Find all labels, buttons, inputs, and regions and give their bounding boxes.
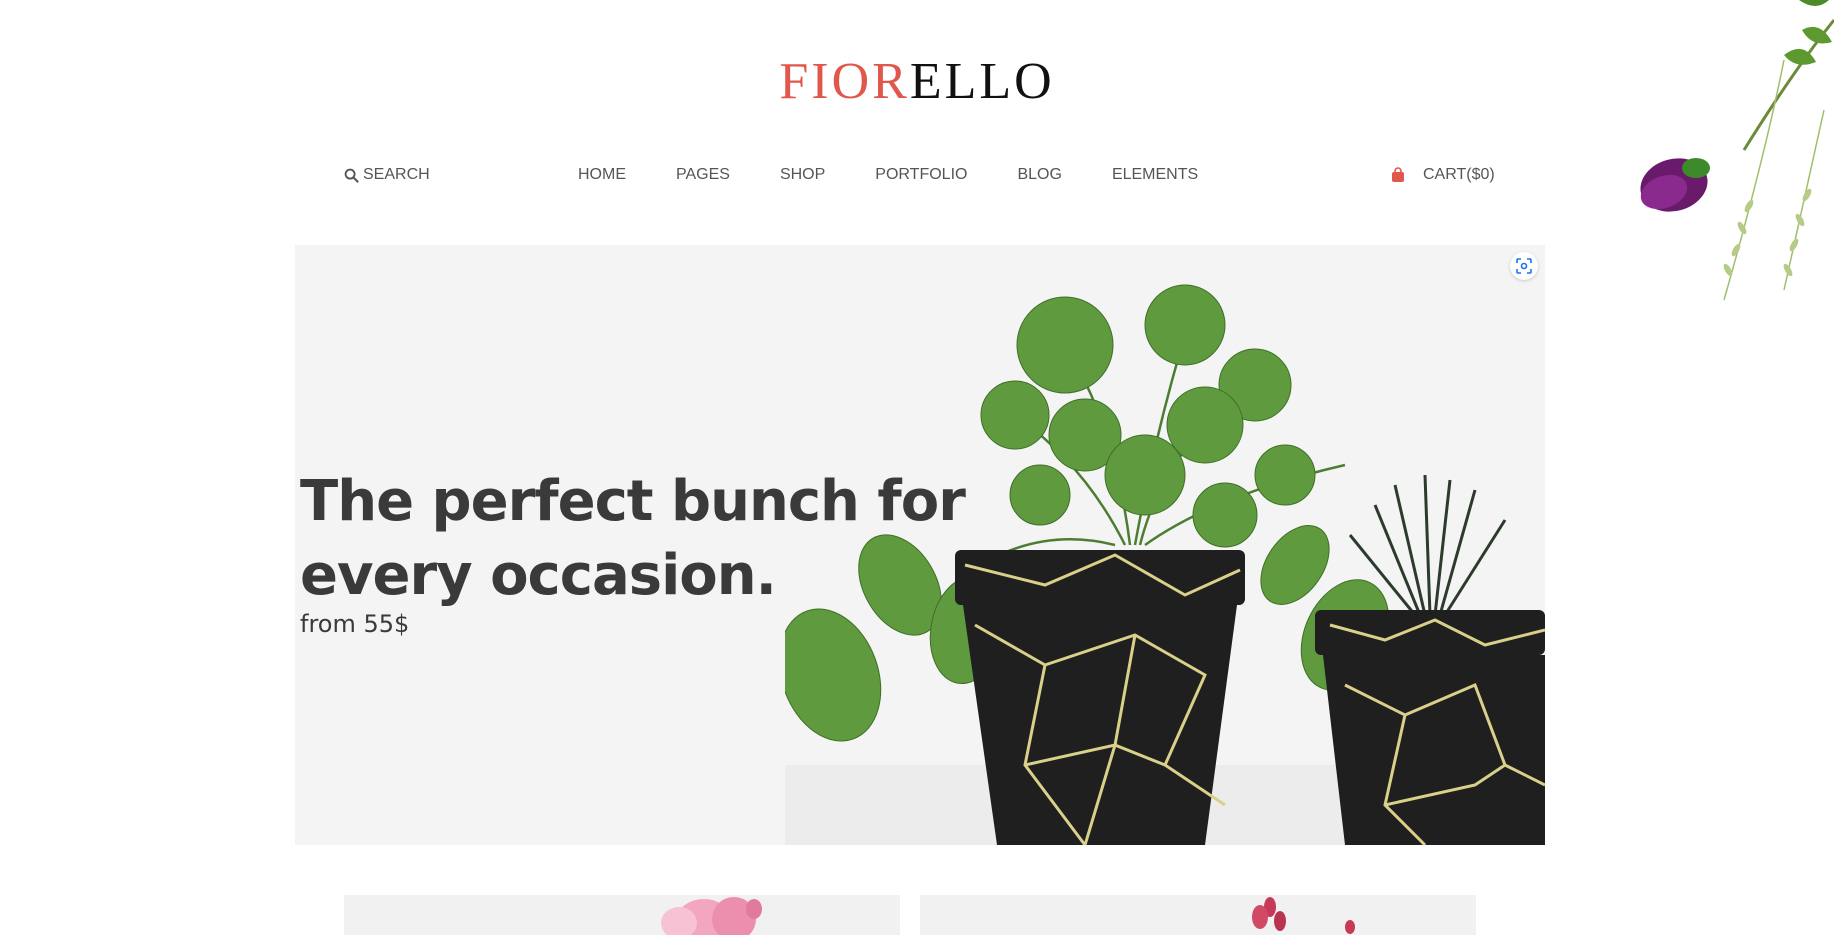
category-card-left[interactable] bbox=[344, 895, 900, 935]
search-button[interactable]: SEARCH bbox=[344, 166, 430, 184]
nav-item-home[interactable]: HOME bbox=[578, 166, 626, 184]
shopping-bag-icon bbox=[1392, 167, 1404, 182]
category-card-right[interactable] bbox=[920, 895, 1476, 935]
flower-decoration bbox=[1640, 0, 1834, 301]
red-flower-image bbox=[1252, 897, 1355, 934]
nav-menu: HOME PAGES SHOP PORTFOLIO BLOG ELEMENTS bbox=[578, 166, 1248, 184]
hero-title-line-1: The perfect bunch for bbox=[300, 469, 966, 534]
visual-search-icon bbox=[1516, 258, 1532, 274]
hero-title-line-2: every occasion. bbox=[300, 543, 777, 608]
nav-item-shop[interactable]: SHOP bbox=[780, 166, 825, 184]
search-icon bbox=[344, 168, 359, 183]
cart-label: CART($0) bbox=[1423, 166, 1495, 183]
cart-button[interactable]: CART($0) bbox=[1391, 166, 1495, 184]
nav-item-portfolio[interactable]: PORTFOLIO bbox=[875, 166, 967, 184]
hero-banner: The perfect bunch for every occasion. fr… bbox=[295, 245, 1545, 845]
logo-text: ELLO bbox=[909, 53, 1055, 110]
nav-item-elements[interactable]: ELEMENTS bbox=[1112, 166, 1198, 184]
logo-accent-text: FIOR bbox=[779, 53, 910, 110]
hero-title: The perfect bunch for every occasion. bbox=[300, 465, 1060, 613]
nav-item-pages[interactable]: PAGES bbox=[676, 166, 730, 184]
nav-item-blog[interactable]: BLOG bbox=[1017, 166, 1061, 184]
main-navigation: SEARCH HOME PAGES SHOP PORTFOLIO BLOG EL… bbox=[0, 166, 1834, 190]
visual-search-button[interactable] bbox=[1510, 252, 1538, 280]
hero-price: from 55$ bbox=[300, 610, 410, 638]
search-label: SEARCH bbox=[363, 166, 430, 183]
pink-lily-image bbox=[661, 897, 762, 935]
site-logo[interactable]: FIORELLO bbox=[0, 52, 1834, 112]
